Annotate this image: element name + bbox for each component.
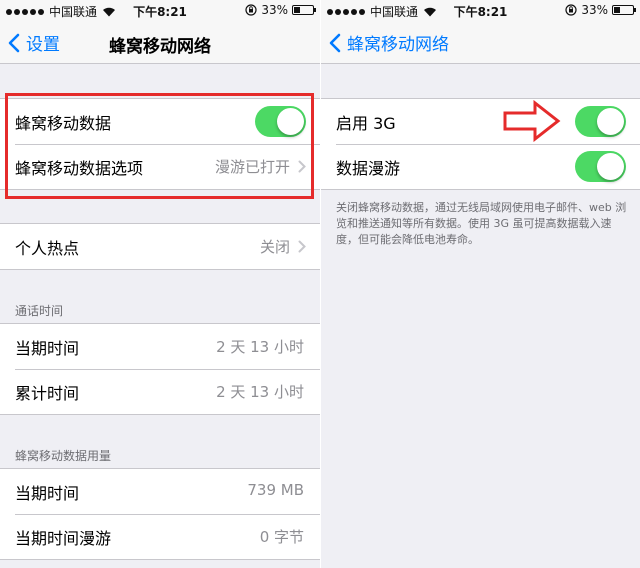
hotspot-group: 个人热点 关闭 [0, 223, 320, 270]
data-usage-current-label: 当期时间 [15, 483, 80, 503]
switch-knob [597, 153, 624, 180]
nav-bar: 蜂窝移动网络 [321, 20, 640, 64]
data-usage-header: 蜂窝移动数据用量 [15, 449, 112, 463]
enable-3g-switch[interactable] [575, 106, 626, 137]
status-bar: 中国联通 下午8:21 33% [321, 0, 640, 20]
data-usage-roaming-value: 0 字节 [259, 528, 304, 546]
call-time-current-row: 当期时间 2 天 13 小时 [0, 324, 320, 369]
nav-bar: 设置 蜂窝移动网络 [0, 20, 320, 64]
hotspot-value: 关闭 [259, 238, 290, 256]
chevron-left-icon [329, 33, 341, 52]
switch-knob [597, 108, 624, 135]
battery-percent: 33% [581, 3, 608, 17]
status-right: 33% [245, 3, 316, 17]
data-usage-group: 当期时间 739 MB 当期时间漫游 0 字节 [0, 468, 320, 560]
call-time-lifetime-value: 2 天 13 小时 [216, 383, 304, 401]
battery-icon [292, 5, 316, 15]
call-time-current-label: 当期时间 [15, 338, 80, 358]
call-time-lifetime-label: 累计时间 [15, 383, 80, 403]
data-roaming-switch[interactable] [575, 151, 626, 182]
data-roaming-label: 数据漫游 [336, 158, 401, 178]
hotspot-label: 个人热点 [15, 238, 80, 258]
call-time-group: 当期时间 2 天 13 小时 累计时间 2 天 13 小时 [0, 323, 320, 415]
rotation-lock-icon [245, 4, 257, 16]
data-roaming-row: 数据漫游 [321, 144, 640, 189]
status-bar: 中国联通 下午8:21 33% [0, 0, 320, 20]
rotation-lock-icon [565, 4, 577, 16]
battery-percent: 33% [261, 3, 288, 17]
status-right: 33% [565, 3, 636, 17]
data-usage-current-value: 739 MB [247, 481, 304, 499]
chevron-right-icon [298, 240, 306, 253]
back-label: 蜂窝移动网络 [347, 35, 449, 55]
network-group: 启用 3G 数据漫游 [321, 98, 640, 190]
data-usage-roaming-row: 当期时间漫游 0 字节 [0, 514, 320, 559]
footer-note: 关闭蜂窝移动数据，通过无线局域网使用电子邮件、web 浏览和推送通知等所有数据。… [336, 201, 627, 246]
right-screen: 中国联通 下午8:21 33% 蜂窝移动网络 启用 3G 数据漫游 关闭蜂窝移动… [321, 0, 640, 568]
battery-icon [612, 5, 636, 15]
enable-3g-row: 启用 3G [321, 99, 640, 144]
call-time-lifetime-row: 累计时间 2 天 13 小时 [0, 369, 320, 414]
highlight-box [5, 93, 314, 199]
enable-3g-label: 启用 3G [336, 113, 396, 133]
page-title: 蜂窝移动网络 [109, 37, 211, 57]
data-usage-roaming-label: 当期时间漫游 [15, 528, 112, 548]
back-button[interactable]: 蜂窝移动网络 [329, 30, 449, 55]
call-time-header: 通话时间 [15, 304, 64, 318]
left-screen: 中国联通 下午8:21 33% 设置 蜂窝移动网络 蜂窝移动数据 蜂窝移动数据选… [0, 0, 320, 568]
data-usage-current-row: 当期时间 739 MB [0, 469, 320, 514]
call-time-current-value: 2 天 13 小时 [216, 338, 304, 356]
hotspot-row[interactable]: 个人热点 关闭 [0, 224, 320, 269]
arrow-right-icon [503, 100, 561, 142]
